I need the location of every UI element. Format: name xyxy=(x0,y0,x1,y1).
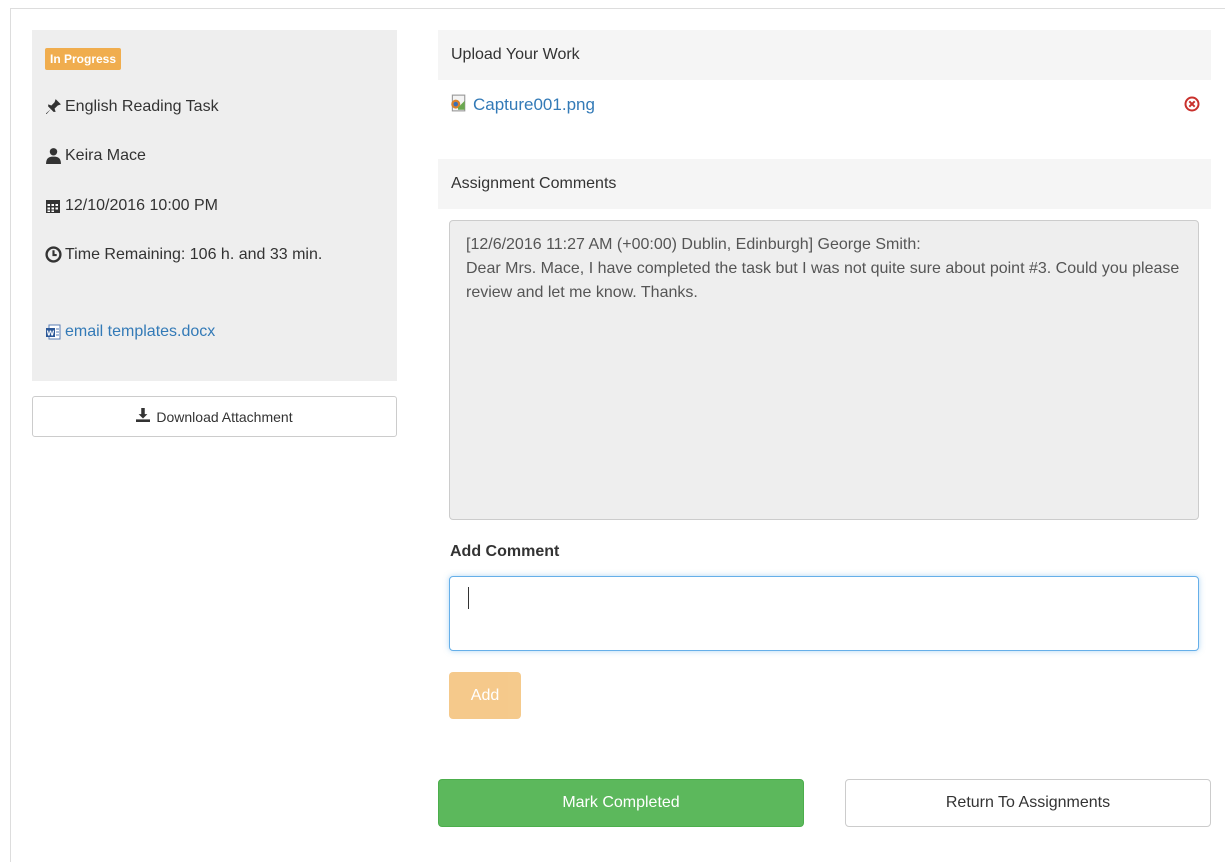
clock-icon xyxy=(45,246,65,263)
status-badge: In Progress xyxy=(45,48,122,70)
pushpin-icon xyxy=(45,98,65,115)
time-remaining: Time Remaining: 106 h. and 33 min. xyxy=(65,246,323,263)
text-caret xyxy=(468,587,469,609)
time-remaining-row: Time Remaining: 106 h. and 33 min. xyxy=(45,243,385,267)
due-date-row: 12/10/2016 10:00 PM xyxy=(45,194,385,218)
user-icon xyxy=(45,147,65,165)
return-to-assignments-button[interactable]: Return To Assignments xyxy=(845,779,1211,827)
comments-section-heading: Assignment Comments xyxy=(438,159,1211,209)
image-file-icon xyxy=(449,94,467,117)
teacher-name: Keira Mace xyxy=(65,147,146,164)
teacher-row: Keira Mace xyxy=(45,144,385,168)
upload-section-heading: Upload Your Work xyxy=(438,30,1211,80)
word-doc-icon: W xyxy=(45,324,65,340)
download-attachment-label: Download Attachment xyxy=(156,408,293,425)
comments-log: [12/6/2016 11:27 AM (+00:00) Dublin, Edi… xyxy=(449,220,1199,520)
remove-circle-icon[interactable] xyxy=(1184,96,1200,117)
mark-completed-button[interactable]: Mark Completed xyxy=(438,779,804,827)
task-title: English Reading Task xyxy=(65,98,219,115)
comment-body: Dear Mrs. Mace, I have completed the tas… xyxy=(466,260,1180,301)
attachment-row: W email templates.docx xyxy=(45,320,385,344)
uploaded-file-link[interactable]: Capture001.png xyxy=(473,95,595,115)
due-date: 12/10/2016 10:00 PM xyxy=(65,197,219,214)
attachment-link[interactable]: email templates.docx xyxy=(65,323,215,340)
assignment-info-panel: In Progress English Reading Task Keira M… xyxy=(32,30,397,381)
svg-text:W: W xyxy=(47,329,55,337)
download-icon xyxy=(136,408,156,425)
add-comment-label: Add Comment xyxy=(450,543,560,560)
uploaded-file-row: Capture001.png xyxy=(449,92,1204,118)
add-comment-button[interactable]: Add xyxy=(449,672,521,719)
calendar-icon xyxy=(45,198,65,214)
task-title-row: English Reading Task xyxy=(45,95,385,119)
comment-input[interactable] xyxy=(449,576,1199,651)
comment-header: [12/6/2016 11:27 AM (+00:00) Dublin, Edi… xyxy=(466,236,921,253)
download-attachment-button[interactable]: Download Attachment xyxy=(32,396,397,437)
